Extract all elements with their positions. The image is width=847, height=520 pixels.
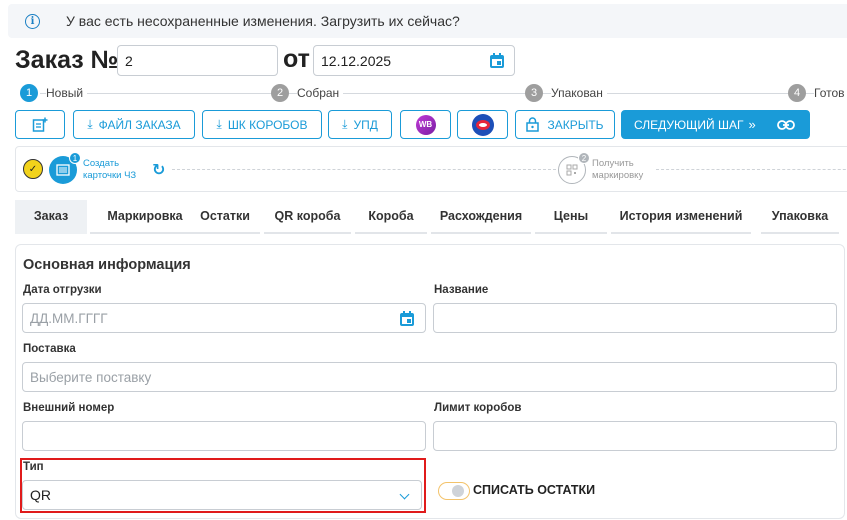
step-number: 2 <box>271 84 289 102</box>
step-number: 4 <box>788 84 806 102</box>
tab-change-history[interactable]: История изменений <box>611 200 751 234</box>
box-barcodes-button[interactable]: ⤓ ШК КОРОБОВ <box>202 110 322 139</box>
add-note-icon <box>32 117 48 132</box>
external-number-label: Внешний номер <box>23 402 115 414</box>
info-icon: i <box>25 13 40 29</box>
ship-date-placeholder: ДД.ММ.ГГГГ <box>30 310 108 326</box>
status-stepper: 1 Новый 2 Собран 3 Упакован 4 Готов к <box>20 84 847 104</box>
download-icon: ⤓ <box>216 117 222 131</box>
ozon-button[interactable] <box>457 110 508 139</box>
calendar-icon[interactable] <box>400 311 414 326</box>
stepper-line <box>40 93 847 94</box>
step-assembled[interactable]: 2 Собран <box>271 84 344 102</box>
ship-date-label: Дата отгрузки <box>23 284 102 296</box>
create-cards-label[interactable]: Создать карточки ЧЗ <box>83 158 143 182</box>
progress-connector <box>656 169 847 170</box>
tab-boxes[interactable]: Короба <box>355 200 427 234</box>
close-order-label: ЗАКРЫТЬ <box>547 117 604 132</box>
supply-placeholder: Выберите поставку <box>30 369 152 385</box>
link-icon[interactable] <box>777 119 795 131</box>
next-step-button[interactable]: СЛЕДУЮЩИЙ ШАГ » <box>621 110 810 139</box>
tab-packing[interactable]: Упаковка <box>761 200 839 234</box>
download-icon: ⤓ <box>342 117 348 131</box>
get-marking-label[interactable]: Получить маркировку <box>592 158 652 182</box>
toolbar: ⤓ ФАЙЛ ЗАКАЗА ⤓ ШК КОРОБОВ ⤓ УПД WB ЗАКР… <box>0 110 847 140</box>
external-number-input[interactable] <box>22 421 426 451</box>
type-label: Тип <box>23 461 44 473</box>
writeoff-stock-toggle[interactable] <box>438 482 470 500</box>
main-info-panel: Основная информация Дата отгрузки ДД.ММ.… <box>15 244 845 519</box>
box-barcodes-label: ШК КОРОБОВ <box>227 117 308 132</box>
close-order-button[interactable]: ЗАКРЫТЬ <box>515 110 615 139</box>
step-label: Собран <box>297 86 344 100</box>
type-value: QR <box>30 487 51 503</box>
double-chevron-right-icon: » <box>748 117 756 132</box>
wildberries-logo-icon: WB <box>415 114 436 135</box>
tab-prices[interactable]: Цены <box>535 200 607 234</box>
marking-progress-panel: ✓ 1 Создать карточки ЧЗ ↻ 2 Получить мар… <box>15 146 847 192</box>
add-note-button[interactable] <box>15 110 65 139</box>
tab-discrepancies[interactable]: Расхождения <box>431 200 531 234</box>
tab-bar: Заказ Маркировка Остатки QR короба Короб… <box>15 200 847 234</box>
calendar-icon[interactable] <box>490 53 504 68</box>
step-label: Готов к <box>814 86 847 100</box>
order-file-button[interactable]: ⤓ ФАЙЛ ЗАКАЗА <box>73 110 195 139</box>
step-ready[interactable]: 4 Готов к <box>788 84 847 102</box>
section-title: Основная информация <box>23 257 191 273</box>
order-date-input[interactable]: 12.12.2025 <box>313 45 515 76</box>
step-label: Упакован <box>551 86 607 100</box>
date-separator: от <box>283 45 310 73</box>
upd-button[interactable]: ⤓ УПД <box>328 110 392 139</box>
name-input[interactable] <box>433 303 837 333</box>
type-select[interactable]: QR <box>22 480 422 510</box>
step-badge: 1 <box>69 152 81 164</box>
barcode-icon <box>56 164 70 176</box>
tab-qr-boxes[interactable]: QR короба <box>264 200 351 234</box>
supply-select[interactable]: Выберите поставку <box>22 362 837 392</box>
upd-label: УПД <box>353 117 378 132</box>
unsaved-changes-banner[interactable]: i У вас есть несохраненные изменения. За… <box>8 4 847 38</box>
unsaved-changes-text[interactable]: У вас есть несохраненные изменения. Загр… <box>66 13 460 29</box>
ozon-logo-icon <box>471 113 494 136</box>
order-file-label: ФАЙЛ ЗАКАЗА <box>98 117 181 132</box>
tab-stock[interactable]: Остатки <box>190 200 260 234</box>
tab-order[interactable]: Заказ <box>15 200 87 234</box>
supply-label: Поставка <box>23 343 76 355</box>
tab-marking[interactable]: Маркировка <box>90 200 200 234</box>
writeoff-stock-label[interactable]: СПИСАТЬ ОСТАТКИ <box>473 483 595 497</box>
order-number-value: 2 <box>125 52 133 69</box>
lock-icon <box>526 117 540 132</box>
chevron-down-icon <box>399 489 410 500</box>
box-limit-input[interactable] <box>433 421 837 451</box>
step-label: Новый <box>46 86 88 100</box>
order-header: Заказ № <box>15 44 119 76</box>
order-number-input[interactable]: 2 <box>117 45 278 76</box>
step-new[interactable]: 1 Новый <box>20 84 88 102</box>
download-icon: ⤓ <box>87 117 93 131</box>
qr-code-icon <box>566 164 578 176</box>
refresh-icon[interactable]: ↻ <box>152 160 165 180</box>
name-label: Название <box>434 284 489 296</box>
progress-connector <box>172 169 556 170</box>
order-date-value: 12.12.2025 <box>321 52 392 69</box>
next-step-label: СЛЕДУЮЩИЙ ШАГ <box>634 117 744 132</box>
wildberries-button[interactable]: WB <box>400 110 451 139</box>
chestny-znak-logo-icon: ✓ <box>23 159 43 179</box>
box-limit-label: Лимит коробов <box>434 402 522 414</box>
step-number: 3 <box>525 84 543 102</box>
step-packed[interactable]: 3 Упакован <box>525 84 607 102</box>
step-badge: 2 <box>578 152 590 164</box>
ship-date-input[interactable]: ДД.ММ.ГГГГ <box>22 303 426 333</box>
page-title: Заказ № <box>15 45 119 74</box>
step-number: 1 <box>20 84 38 102</box>
